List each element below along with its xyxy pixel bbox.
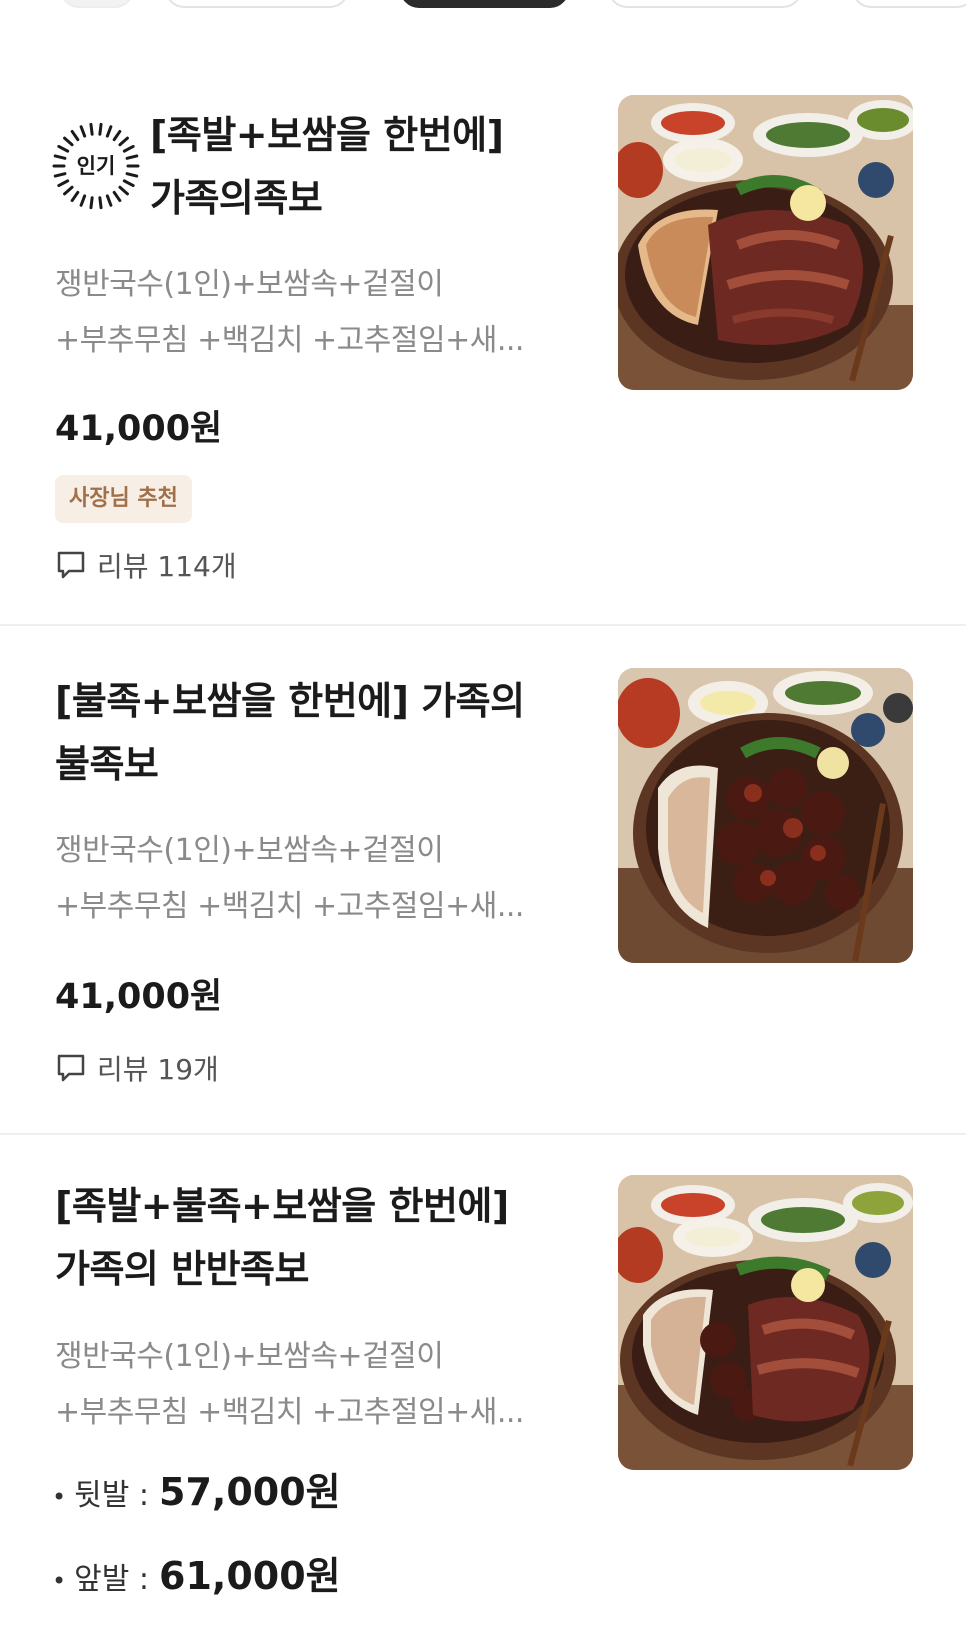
badge-label: 인기 — [76, 154, 116, 178]
option-label: 뒷발 : — [74, 1478, 149, 1513]
speech-bubble-icon — [57, 551, 85, 579]
menu-item-title: [불족+보쌈을 한번에] 가족의 불족보 — [55, 670, 525, 796]
menu-item-price: 41,000원 — [55, 409, 223, 449]
title-line: 가족의족보 — [150, 176, 323, 220]
popular-badge: 인기 — [52, 122, 140, 210]
price-option: • 뒷발 : 57,000원 — [52, 1461, 341, 1516]
desc-line: +부추무침 +백김치 +고추절임+새... — [55, 323, 524, 358]
review-count[interactable]: 리뷰 114개 — [55, 545, 237, 585]
review-count-label: 리뷰 19개 — [97, 1053, 219, 1086]
title-line: [족발+보쌈을 한번에] — [150, 113, 504, 157]
menu-item-title: [족발+보쌈을 한번에] 가족의족보 — [150, 104, 504, 230]
title-line: [족발+불족+보쌈을 한번에] — [55, 1184, 509, 1228]
menu-item-title: [족발+불족+보쌈을 한번에] 가족의 반반족보 — [55, 1175, 509, 1301]
option-price: 57,000원 — [159, 1470, 341, 1514]
title-line: 불족보 — [55, 742, 159, 786]
menu-item-description: 쟁반국수(1인)+보쌈속+겉절이 +부추무침 +백김치 +고추절임+새... — [55, 257, 575, 369]
menu-item-description: 쟁반국수(1인)+보쌈속+겉절이 +부추무침 +백김치 +고추절임+새... — [55, 823, 575, 935]
title-line: [불족+보쌈을 한번에] 가족의 — [55, 679, 525, 723]
option-price: 61,000원 — [159, 1554, 341, 1598]
review-count[interactable]: 리뷰 19개 — [55, 1048, 219, 1088]
menu-item-photo[interactable] — [618, 95, 913, 390]
menu-item-description: 쟁반국수(1인)+보쌈속+겉절이 +부추무침 +백김치 +고추절임+새... — [55, 1329, 575, 1441]
option-label: 앞발 : — [74, 1562, 149, 1597]
desc-line: +부추무침 +백김치 +고추절임+새... — [55, 1395, 524, 1430]
menu-item[interactable]: [족발+불족+보쌈을 한번에] 가족의 반반족보 쟁반국수(1인)+보쌈속+겉절… — [0, 1135, 966, 1638]
menu-item-photo[interactable] — [618, 668, 913, 963]
title-line: 가족의 반반족보 — [55, 1247, 309, 1291]
speech-bubble-icon — [57, 1054, 85, 1082]
owner-recommend-tag: 사장님 추천 — [55, 475, 192, 523]
desc-line: 쟁반국수(1인)+보쌈속+겉절이 — [55, 267, 444, 302]
bullet: • — [52, 1483, 67, 1511]
desc-line: +부추무침 +백김치 +고추절임+새... — [55, 889, 524, 924]
menu-item[interactable]: 인기 [족발+보쌈을 한번에] 가족의족보 쟁반국수(1인)+보쌈속+겉절이 +… — [0, 0, 966, 625]
desc-line: 쟁반국수(1인)+보쌈속+겉절이 — [55, 1339, 444, 1374]
menu-item[interactable]: [불족+보쌈을 한번에] 가족의 불족보 쟁반국수(1인)+보쌈속+겉절이 +부… — [0, 626, 966, 1134]
menu-item-photo[interactable] — [618, 1175, 913, 1470]
desc-line: 쟁반국수(1인)+보쌈속+겉절이 — [55, 833, 444, 868]
review-count-label: 리뷰 114개 — [97, 550, 237, 583]
bullet: • — [52, 1567, 67, 1595]
price-option: • 앞발 : 61,000원 — [52, 1545, 341, 1600]
menu-item-price: 41,000원 — [55, 977, 223, 1017]
